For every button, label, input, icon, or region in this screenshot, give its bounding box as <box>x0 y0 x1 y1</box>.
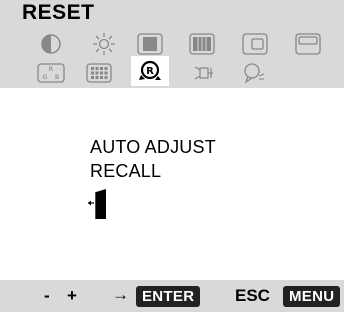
v-size-icon[interactable] <box>189 33 215 55</box>
moire-icon[interactable] <box>191 64 215 82</box>
recall-reset-icon[interactable]: R <box>138 60 162 82</box>
esc-key-label: ESC <box>235 286 270 305</box>
svg-text:R: R <box>146 66 154 77</box>
brightness-icon[interactable] <box>92 32 116 56</box>
enter-button[interactable]: ENTER <box>136 286 201 307</box>
rgb-b-label: B <box>55 74 59 81</box>
right-arrow-icon: → <box>112 285 129 304</box>
exit-door-icon[interactable] <box>87 188 111 222</box>
menu-item-auto-adjust[interactable]: AUTO ADJUST <box>90 137 216 158</box>
language-icon[interactable] <box>242 62 266 84</box>
osd-menu-window: RESET R G B R AUTO ADJUST RECALL - + → E… <box>0 0 344 312</box>
menu-item-recall[interactable]: RECALL <box>90 161 161 182</box>
osd-header: RESET R G B R <box>0 0 344 88</box>
color-rgb-icon[interactable]: R G B <box>37 63 65 83</box>
menu-button[interactable]: MENU <box>283 286 341 307</box>
minus-key-label[interactable]: - <box>44 286 50 306</box>
page-title: RESET <box>22 1 95 24</box>
rgb-g-label: G <box>43 74 48 81</box>
h-size-icon[interactable] <box>137 33 163 55</box>
v-position-icon[interactable] <box>295 33 321 55</box>
plus-key-label[interactable]: + <box>67 286 77 306</box>
degauss-grid-icon[interactable] <box>86 63 112 83</box>
osd-footer: - + → ENTER ESC MENU <box>0 280 344 312</box>
contrast-icon[interactable] <box>40 33 62 55</box>
h-position-icon[interactable] <box>242 33 268 55</box>
rgb-r-label: R <box>49 66 53 73</box>
